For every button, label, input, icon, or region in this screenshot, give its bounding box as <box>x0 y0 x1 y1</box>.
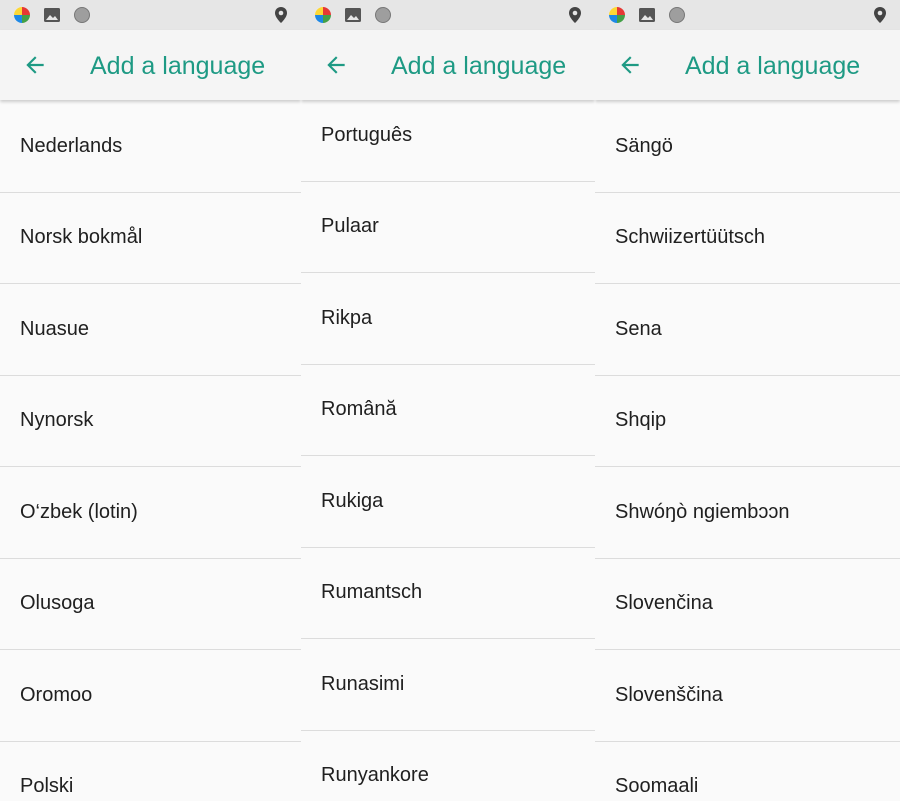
status-bar <box>301 0 595 30</box>
arrow-left-icon <box>327 56 345 74</box>
gallery-icon <box>639 8 655 22</box>
language-list: Sängö Schwiizertüütsch Sena Shqip Shwóŋò… <box>595 101 900 801</box>
language-item[interactable]: Português <box>301 90 595 182</box>
language-item[interactable]: Oromoo <box>0 650 301 742</box>
language-list: Nederlands Norsk bokmål Nuasue Nynorsk O… <box>0 101 301 801</box>
back-button[interactable] <box>20 50 50 80</box>
dot-icon <box>669 7 685 23</box>
language-item[interactable]: Schwiizertüütsch <box>595 193 900 284</box>
language-item[interactable]: Rikpa <box>301 273 595 365</box>
language-item[interactable]: Sängö <box>595 101 900 193</box>
language-item[interactable]: Soomaali <box>595 742 900 801</box>
language-item[interactable]: Rukiga <box>301 456 595 548</box>
language-picker-screen: Add a language Sängö Schwiizertüütsch Se… <box>595 0 900 801</box>
status-bar <box>595 0 900 30</box>
back-button[interactable] <box>615 50 645 80</box>
language-item[interactable]: Slovenščina <box>595 650 900 742</box>
language-picker-screen: Add a language Nederlands Norsk bokmål N… <box>0 0 301 801</box>
app-icon <box>609 7 625 23</box>
language-item[interactable]: Runyankore <box>301 731 595 801</box>
language-picker-screen: Add a language Português Pulaar Rikpa Ro… <box>301 0 595 801</box>
app-bar: Add a language <box>0 30 301 100</box>
language-item[interactable]: Slovenčina <box>595 559 900 650</box>
app-bar: Add a language <box>301 30 595 100</box>
language-item[interactable]: Română <box>301 365 595 456</box>
language-item[interactable]: Shqip <box>595 376 900 467</box>
gallery-icon <box>345 8 361 22</box>
language-item[interactable]: Runasimi <box>301 639 595 731</box>
dot-icon <box>375 7 391 23</box>
app-bar: Add a language <box>595 30 900 100</box>
location-icon <box>275 7 287 23</box>
arrow-left-icon <box>621 56 639 74</box>
language-list: Português Pulaar Rikpa Română Rukiga Rum… <box>301 90 595 801</box>
back-button[interactable] <box>321 50 351 80</box>
location-icon <box>874 7 886 23</box>
language-item[interactable]: O‘zbek (lotin) <box>0 467 301 559</box>
gallery-icon <box>44 8 60 22</box>
language-item[interactable]: Rumantsch <box>301 548 595 639</box>
language-item[interactable]: Norsk bokmål <box>0 193 301 284</box>
arrow-left-icon <box>26 56 44 74</box>
language-item[interactable]: Pulaar <box>301 182 595 273</box>
language-item[interactable]: Sena <box>595 284 900 376</box>
app-icon <box>14 7 30 23</box>
language-item[interactable]: Olusoga <box>0 559 301 650</box>
language-item[interactable]: Nuasue <box>0 284 301 376</box>
location-icon <box>569 7 581 23</box>
language-item[interactable]: Polski <box>0 742 301 801</box>
page-title: Add a language <box>391 52 567 80</box>
page-title: Add a language <box>90 52 266 80</box>
dot-icon <box>74 7 90 23</box>
language-item[interactable]: Shwóŋò ngiembɔɔn <box>595 467 900 559</box>
app-icon <box>315 7 331 23</box>
page-title: Add a language <box>685 52 861 80</box>
language-item[interactable]: Nynorsk <box>0 376 301 467</box>
language-item[interactable]: Nederlands <box>0 101 301 193</box>
status-bar <box>0 0 301 30</box>
